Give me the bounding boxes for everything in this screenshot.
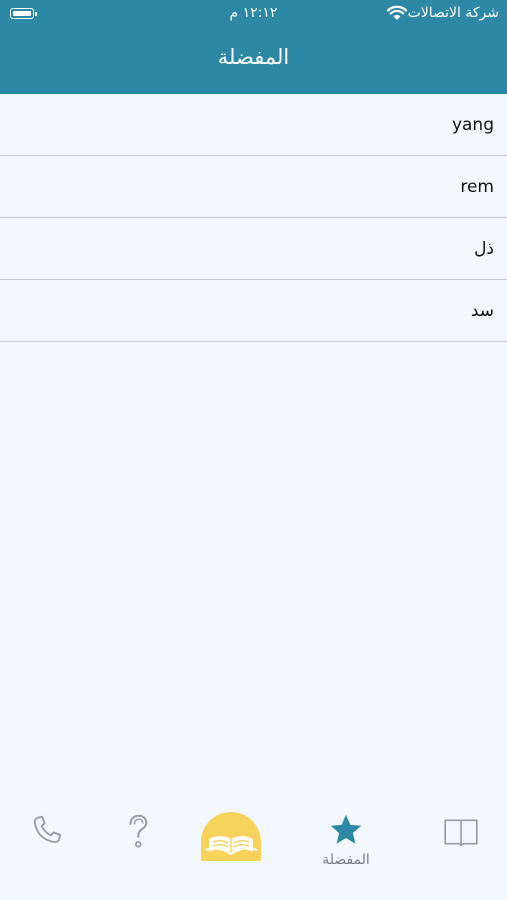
favorite-item[interactable]: yang [0, 94, 507, 156]
favorite-word: yang [451, 114, 494, 135]
carrier-name: شركة الاتصالات [407, 5, 499, 21]
favorite-item[interactable]: rem [0, 156, 507, 218]
status-bar: ١٢:١٢ م شركة الاتصالات [0, 0, 507, 30]
favorite-word: rem [460, 176, 494, 197]
tab-home[interactable] [181, 790, 281, 900]
tab-bar: المفضلة [0, 790, 507, 900]
book-icon [444, 819, 478, 847]
wifi-icon [387, 5, 407, 20]
tab-help[interactable] [88, 790, 188, 900]
phone-icon [33, 815, 62, 844]
favorites-list: yang rem ذل سد [0, 94, 507, 342]
tab-favorites[interactable]: المفضلة [296, 790, 396, 900]
favorite-word: سد [470, 300, 494, 321]
question-icon [129, 814, 148, 848]
open-book-home-icon [201, 812, 261, 861]
tab-contact[interactable] [0, 790, 97, 900]
star-icon [330, 814, 362, 844]
page-title: المفضلة [217, 45, 290, 69]
top-bar: ١٢:١٢ م شركة الاتصالات المفضلة [0, 0, 507, 94]
favorite-item[interactable]: ذل [0, 218, 507, 280]
favorite-item[interactable]: سد [0, 280, 507, 342]
tab-dictionary[interactable] [411, 790, 507, 900]
tab-favorites-label: المفضلة [322, 852, 370, 868]
favorite-word: ذل [474, 238, 494, 259]
